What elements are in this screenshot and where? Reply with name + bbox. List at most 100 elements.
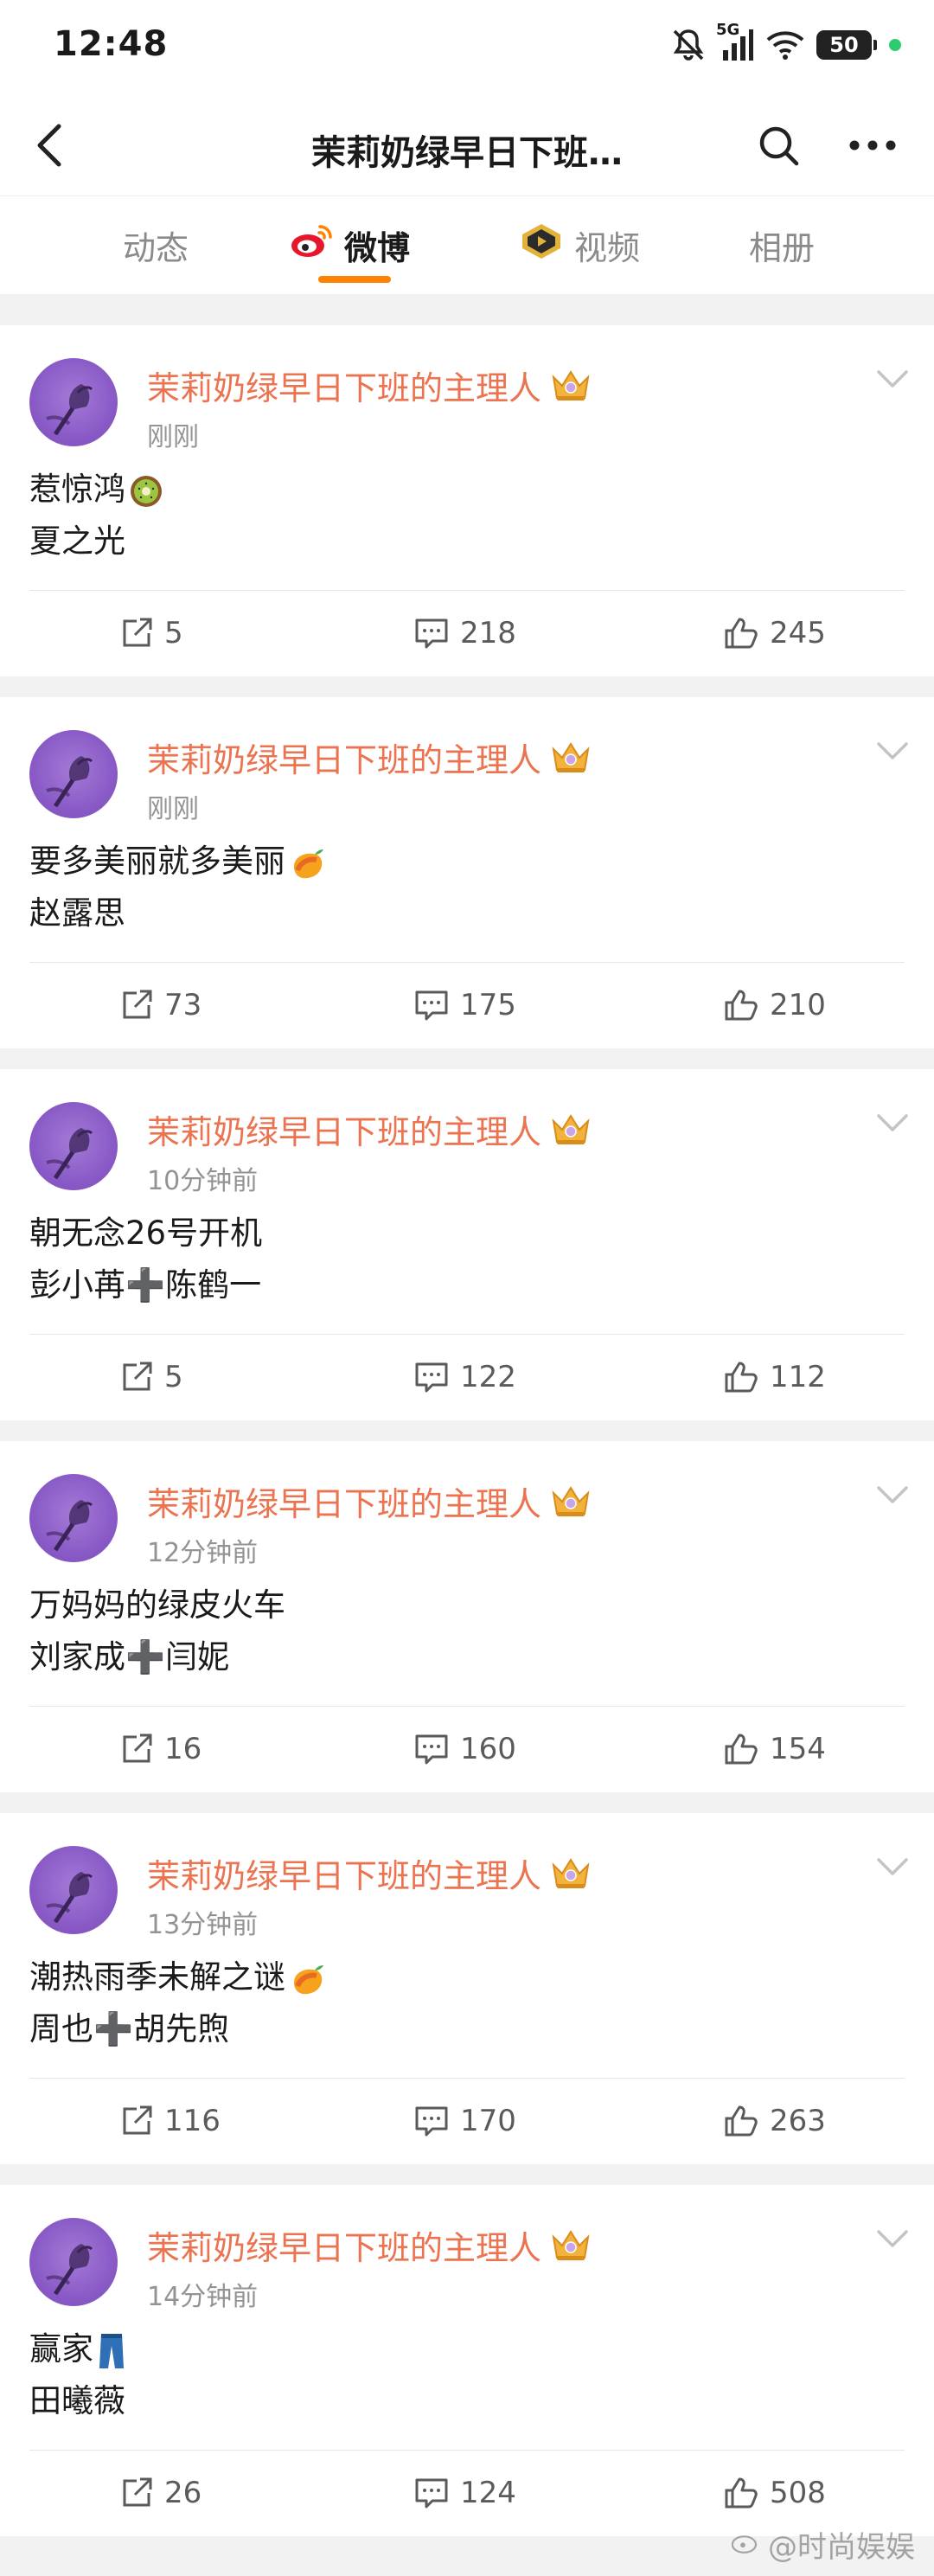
post-line: 潮热雨季未解之谜 xyxy=(29,1951,323,2003)
tab-dynamic[interactable]: 动态 xyxy=(123,219,189,271)
like-count: 154 xyxy=(770,1732,826,1766)
more-icon xyxy=(849,140,896,151)
post-menu-button[interactable] xyxy=(873,360,912,398)
chevron-down-icon xyxy=(877,742,908,759)
like-button[interactable]: 210 xyxy=(723,988,826,1022)
more-button[interactable] xyxy=(842,119,903,171)
post-line: 刘家成➕闫妮 xyxy=(29,1631,285,1683)
like-count: 112 xyxy=(770,1360,826,1394)
like-button[interactable]: 112 xyxy=(723,1360,826,1394)
post-menu-button[interactable] xyxy=(873,1104,912,1142)
like-button[interactable]: 263 xyxy=(723,2104,826,2138)
avatar[interactable] xyxy=(29,2218,118,2306)
post-card[interactable]: 茉莉奶绿早日下班的主理人 13分钟前 潮热雨季未解之谜 周也➕胡先煦 116 1… xyxy=(0,1813,934,2164)
author-name[interactable]: 茉莉奶绿早日下班的主理人 xyxy=(147,1849,592,1897)
comment-button[interactable]: 170 xyxy=(413,2104,516,2138)
post-time: 12分钟前 xyxy=(147,1538,259,1568)
repost-icon xyxy=(123,2477,152,2507)
repost-button[interactable]: 5 xyxy=(119,616,183,650)
comment-count: 124 xyxy=(460,2476,516,2510)
post-text: 万妈妈的绿皮火车 刘家成➕闫妮 xyxy=(29,1580,285,1683)
repost-icon xyxy=(123,1733,152,1763)
author-name[interactable]: 茉莉奶绿早日下班的主理人 xyxy=(147,1105,592,1153)
repost-button[interactable]: 5 xyxy=(119,1360,183,1394)
mango-emoji-icon xyxy=(289,844,323,879)
post-card[interactable]: 茉莉奶绿早日下班的主理人 14分钟前 赢家 田曦薇 26 124 508 xyxy=(0,2185,934,2536)
repost-count: 116 xyxy=(164,2104,221,2138)
repost-count: 73 xyxy=(164,988,202,1022)
divider xyxy=(29,962,905,963)
post-menu-button[interactable] xyxy=(873,1476,912,1514)
tab-video[interactable]: 视频 xyxy=(519,219,640,271)
tab-label: 动态 xyxy=(123,228,189,267)
status-icons: 5G 50 xyxy=(669,21,901,64)
crown-badge-icon xyxy=(550,2228,592,2263)
post-line-text: 赵露思 xyxy=(29,894,125,932)
like-icon xyxy=(725,990,758,1021)
post-menu-button[interactable] xyxy=(873,2220,912,2258)
avatar[interactable] xyxy=(29,1102,118,1190)
comment-count: 160 xyxy=(460,1732,516,1766)
post-text: 惹惊鸿 夏之光 xyxy=(29,464,163,567)
divider xyxy=(29,590,905,591)
comment-button[interactable]: 160 xyxy=(413,1732,516,1766)
watermark: @时尚娱娱 xyxy=(731,2523,915,2566)
comment-button[interactable]: 124 xyxy=(413,2476,516,2510)
avatar[interactable] xyxy=(29,730,118,818)
post-time: 10分钟前 xyxy=(147,1166,259,1196)
author-name[interactable]: 茉莉奶绿早日下班的主理人 xyxy=(147,362,592,409)
signal-icon: 5G xyxy=(716,21,754,62)
avatar[interactable] xyxy=(29,1474,118,1562)
repost-count: 5 xyxy=(164,616,183,650)
post-card[interactable]: 茉莉奶绿早日下班的主理人 10分钟前 朝无念26号开机 彭小苒➕陈鹤一 5 12… xyxy=(0,1069,934,1420)
comment-icon xyxy=(415,1734,448,1765)
post-text: 要多美丽就多美丽 赵露思 xyxy=(29,836,323,939)
video-icon xyxy=(519,222,564,268)
like-icon xyxy=(725,1733,758,1765)
post-line: 要多美丽就多美丽 xyxy=(29,836,323,888)
comment-count: 175 xyxy=(460,988,516,1022)
tab-label: 视频 xyxy=(574,228,641,267)
post-menu-button[interactable] xyxy=(873,732,912,770)
like-button[interactable]: 154 xyxy=(723,1732,826,1766)
comment-count: 170 xyxy=(460,2104,516,2138)
avatar[interactable] xyxy=(29,358,118,446)
chevron-down-icon xyxy=(877,1858,908,1875)
comment-button[interactable]: 175 xyxy=(413,988,516,1022)
post-line-text: 赢家 xyxy=(29,2330,93,2368)
repost-button[interactable]: 16 xyxy=(119,1732,202,1766)
like-button[interactable]: 508 xyxy=(723,2476,826,2510)
weibo-icon xyxy=(291,223,334,267)
chevron-down-icon xyxy=(877,2230,908,2247)
post-line: 赵露思 xyxy=(29,888,323,939)
post-menu-button[interactable] xyxy=(873,1848,912,1886)
post-actions: 5 122 112 xyxy=(0,1344,934,1422)
repost-button[interactable]: 116 xyxy=(119,2104,221,2138)
tab-weibo[interactable]: 微博 xyxy=(291,219,410,271)
search-button[interactable] xyxy=(752,119,804,171)
tab-album[interactable]: 相册 xyxy=(749,219,815,271)
crown-badge-icon xyxy=(550,1484,592,1519)
author-label: 茉莉奶绿早日下班的主理人 xyxy=(147,2229,542,2267)
comment-button[interactable]: 218 xyxy=(413,616,516,650)
like-icon xyxy=(725,2105,758,2137)
repost-button[interactable]: 73 xyxy=(119,988,202,1022)
author-name[interactable]: 茉莉奶绿早日下班的主理人 xyxy=(147,734,592,781)
author-name[interactable]: 茉莉奶绿早日下班的主理人 xyxy=(147,2221,592,2269)
comment-button[interactable]: 122 xyxy=(413,1360,516,1394)
like-button[interactable]: 245 xyxy=(723,616,826,650)
post-line-text: 潮热雨季未解之谜 xyxy=(29,1958,285,1996)
repost-count: 26 xyxy=(164,2476,202,2510)
post-text: 朝无念26号开机 彭小苒➕陈鹤一 xyxy=(29,1208,262,1311)
comment-icon xyxy=(415,2478,448,2509)
avatar[interactable] xyxy=(29,1846,118,1934)
author-name[interactable]: 茉莉奶绿早日下班的主理人 xyxy=(147,1477,592,1525)
post-card[interactable]: 茉莉奶绿早日下班的主理人 12分钟前 万妈妈的绿皮火车 刘家成➕闫妮 16 16… xyxy=(0,1441,934,1792)
post-card[interactable]: 茉莉奶绿早日下班的主理人 刚刚 惹惊鸿 夏之光 5 218 245 xyxy=(0,325,934,676)
post-line-text: 刘家成➕闫妮 xyxy=(29,1638,230,1676)
post-card[interactable]: 茉莉奶绿早日下班的主理人 刚刚 要多美丽就多美丽 赵露思 73 175 210 xyxy=(0,697,934,1048)
repost-button[interactable]: 26 xyxy=(119,2476,202,2510)
post-text: 潮热雨季未解之谜 周也➕胡先煦 xyxy=(29,1951,323,2055)
author-label: 茉莉奶绿早日下班的主理人 xyxy=(147,741,542,779)
post-line-text: 夏之光 xyxy=(29,522,125,560)
